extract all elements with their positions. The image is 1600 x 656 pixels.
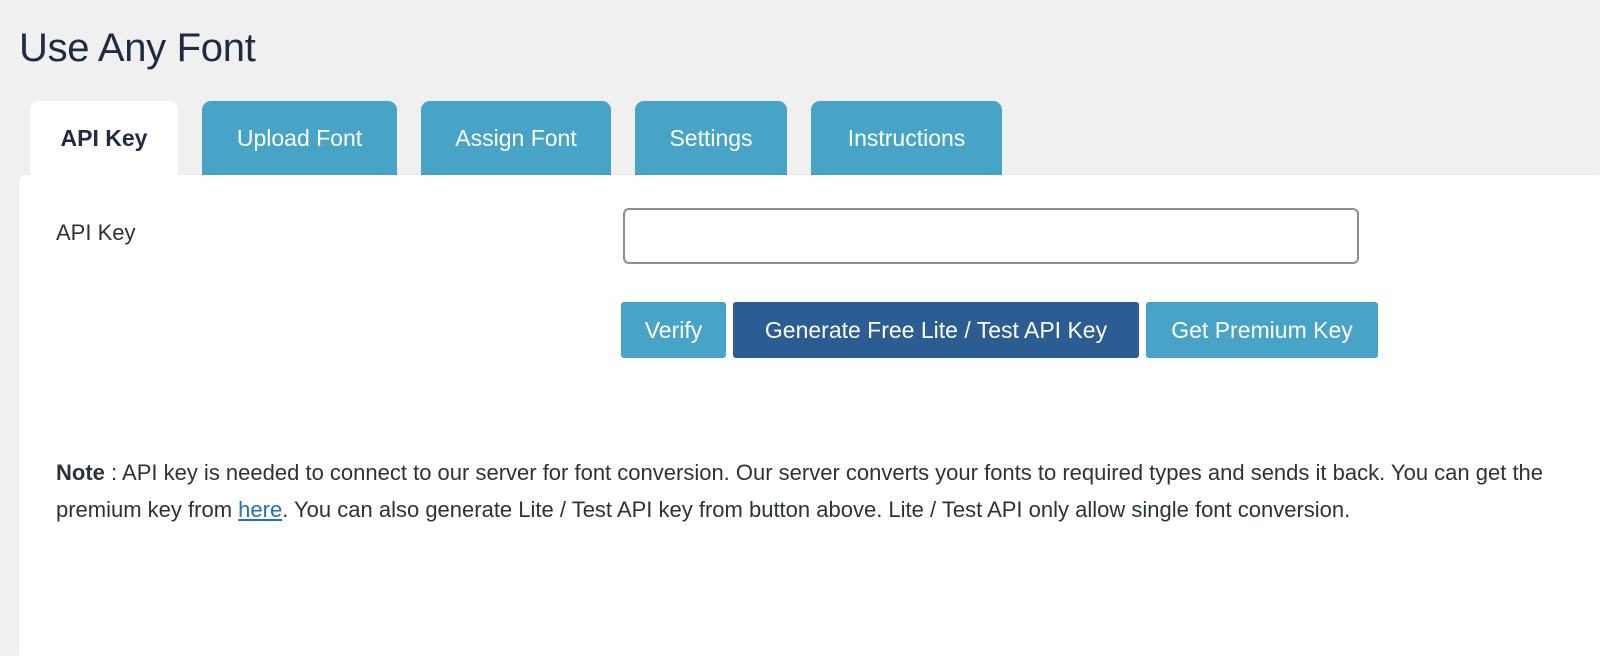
tab-settings[interactable]: Settings	[635, 101, 787, 175]
tab-upload-font[interactable]: Upload Font	[202, 101, 397, 175]
tab-bar: API Key Upload Font Assign Font Settings…	[0, 101, 1600, 177]
note-text-part-2: . You can also generate Lite / Test API …	[282, 496, 1351, 522]
get-premium-key-button[interactable]: Get Premium Key	[1146, 302, 1378, 358]
generate-api-key-button[interactable]: Generate Free Lite / Test API Key	[733, 302, 1139, 358]
note-text: Note : API key is needed to connect to o…	[56, 455, 1576, 528]
tab-instructions[interactable]: Instructions	[811, 101, 1002, 175]
api-key-panel: API Key Verify Generate Free Lite / Test…	[19, 175, 1600, 656]
api-key-label: API Key	[56, 220, 136, 245]
note-separator: :	[104, 460, 123, 485]
api-key-input[interactable]	[623, 208, 1359, 264]
page-title: Use Any Font	[19, 26, 256, 70]
note-label: Note	[56, 460, 105, 485]
premium-key-link[interactable]: here	[238, 497, 282, 522]
verify-button[interactable]: Verify	[621, 302, 726, 358]
tab-api-key[interactable]: API Key	[30, 101, 178, 177]
tab-assign-font[interactable]: Assign Font	[421, 101, 611, 175]
